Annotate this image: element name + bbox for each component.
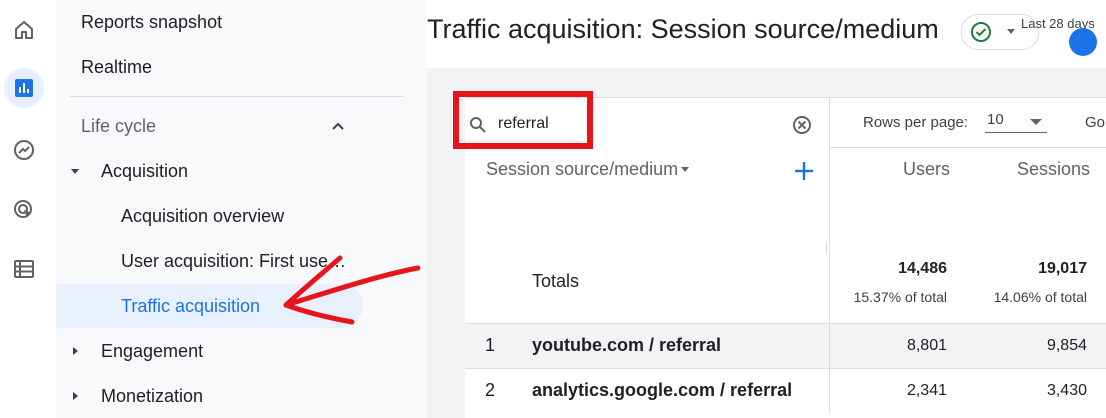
totals-label: Totals [532,271,580,291]
totals-users: 14,486 [898,260,947,277]
check-circle-icon [971,22,991,42]
nav-user-acquisition[interactable]: User acquisition: First use… [121,251,346,272]
page-title: Traffic acquisition: Session source/medi… [427,14,939,44]
title-bar: Traffic acquisition: Session source/medi… [427,0,1106,68]
table-row[interactable]: 1 youtube.com / referral 8,801 9,854 [465,324,1106,368]
library-button[interactable] [4,249,44,289]
reports-button[interactable] [4,68,44,108]
goto-label: Go [1085,114,1106,131]
bar-chart-icon [15,79,33,97]
nav-divider [70,96,404,97]
chevron-up-icon[interactable] [330,118,346,134]
caret-right-icon[interactable] [73,392,78,400]
row-source[interactable]: analytics.google.com / referral [532,380,792,401]
home-button[interactable] [4,10,44,50]
rows-dropdown-arrow-icon[interactable] [1030,119,1042,125]
row-source[interactable]: youtube.com / referral [532,335,721,356]
reports-nav: Reports snapshot Realtime Life cycle Acq… [56,0,427,418]
nav-acquisition-overview[interactable]: Acquisition overview [121,206,284,227]
home-icon [15,21,33,39]
dimension-dropdown-icon[interactable] [681,167,689,172]
totals-sessions: 19,017 [1038,260,1087,277]
row-index: 1 [485,335,496,355]
row-users: 8,801 [906,337,947,354]
dropdown-arrow-icon [1007,29,1015,34]
avatar[interactable] [1069,28,1097,56]
target-cursor-icon [14,200,32,218]
select-underline [985,132,1047,133]
main-content: Traffic acquisition: Session source/medi… [427,0,1106,418]
nav-monetization[interactable]: Monetization [101,386,203,407]
totals-users-pct: 15.37% of total [853,289,947,305]
column-header-sessions[interactable]: Sessions [1017,159,1090,180]
row-index: 2 [485,380,496,400]
resize-handle[interactable] [826,242,827,254]
column-header-users[interactable]: Users [903,159,950,180]
list-icon [14,260,34,278]
nav-lifecycle-header[interactable]: Life cycle [81,116,156,137]
explore-trend-icon [14,140,34,160]
add-dimension-icon[interactable] [793,160,815,182]
row-sessions: 3,430 [1046,382,1087,399]
nav-realtime[interactable]: Realtime [81,57,152,78]
totals-sessions-pct: 14.06% of total [993,289,1087,305]
left-rail [0,0,57,418]
table-row[interactable]: 2 analytics.google.com / referral 2,341 … [465,369,1106,413]
nav-traffic-acquisition[interactable]: Traffic acquisition [121,296,260,317]
clear-search-icon[interactable] [792,115,812,135]
header-divider [830,147,1106,148]
explore-button[interactable] [4,130,44,170]
rows-per-page-label: Rows per page: [863,114,969,131]
column-divider [829,324,830,368]
row-users: 2,341 [906,382,947,399]
caret-down-icon[interactable] [71,169,79,174]
nav-engagement[interactable]: Engagement [101,341,203,362]
rows-per-page-select[interactable]: 10 [987,111,1004,128]
nav-reports-snapshot[interactable]: Reports snapshot [81,12,222,33]
advertising-button[interactable] [4,190,44,230]
dimension-header[interactable]: Session source/medium [486,159,678,180]
annotation-highlight-box [453,91,593,149]
column-divider [829,97,830,323]
report-table: referral Rows per page: 10 Go Session so… [453,91,1106,418]
caret-right-icon[interactable] [73,347,78,355]
nav-acquisition[interactable]: Acquisition [101,161,188,182]
column-divider [829,369,830,413]
row-sessions: 9,854 [1046,337,1087,354]
